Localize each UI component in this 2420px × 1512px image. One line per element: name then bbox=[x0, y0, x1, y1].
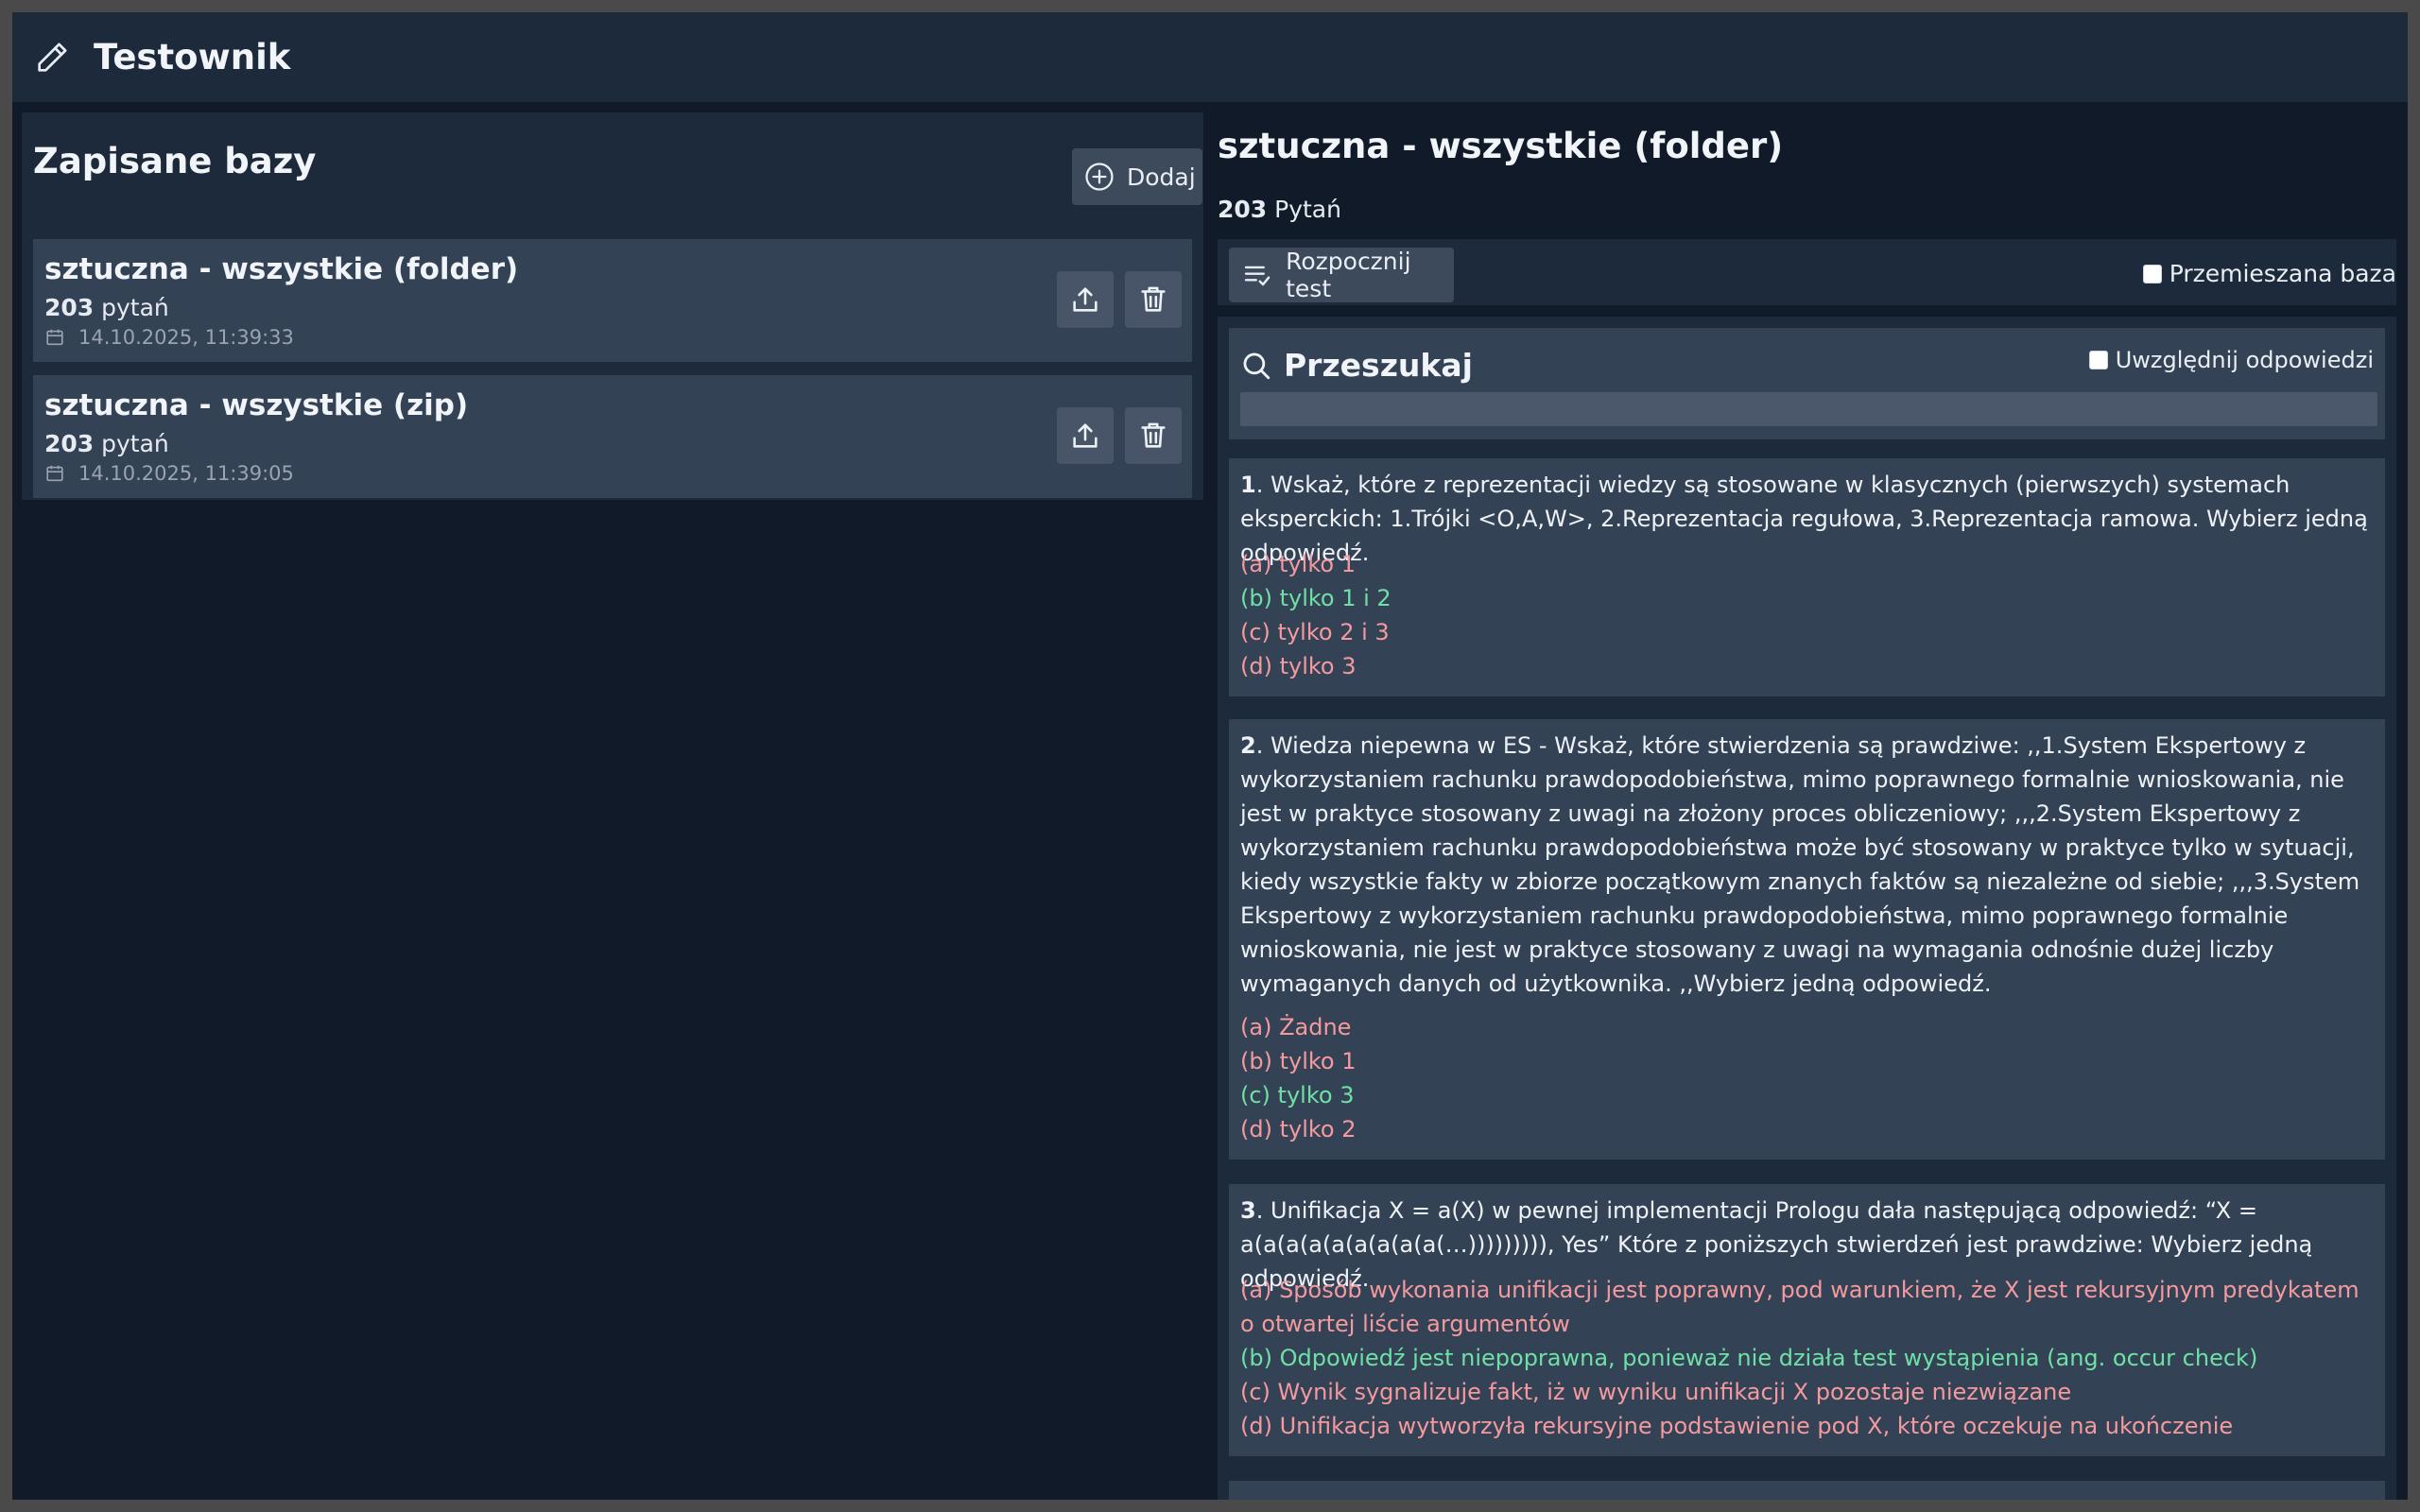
answer-option: (b) tylko 1 bbox=[1240, 1048, 1357, 1074]
database-question-count: 203 pytań bbox=[44, 430, 169, 457]
app-window: Testownik Zapisane bazy Dodaj sztuczna -… bbox=[12, 12, 2408, 1500]
include-answers-label: Uwzględnij odpowiedzi bbox=[2115, 347, 2374, 373]
question-card: 1. Wskaż, które z reprezentacji wiedzy s… bbox=[1229, 458, 2385, 696]
start-test-button[interactable]: Rozpocznij test bbox=[1229, 248, 1454, 302]
delete-button[interactable] bbox=[1125, 407, 1182, 464]
search-section: Przeszukaj Uwzględnij odpowiedzi bbox=[1229, 328, 2385, 439]
answers-list: (a) tylko 1 (b) tylko 1 i 2 (c) tylko 2 … bbox=[1240, 547, 2375, 683]
app-title: Testownik bbox=[94, 37, 291, 77]
test-toolbar: Rozpocznij test Przemieszana baza bbox=[1218, 239, 2396, 305]
question-card bbox=[1229, 1481, 2385, 1500]
search-input[interactable] bbox=[1240, 392, 2377, 426]
search-heading: Przeszukaj bbox=[1240, 347, 1473, 384]
database-date: 14.10.2025, 11:39:33 bbox=[44, 326, 294, 349]
shuffle-checkbox-row[interactable]: Przemieszana baza bbox=[2142, 260, 2396, 287]
export-button[interactable] bbox=[1057, 407, 1114, 464]
database-date: 14.10.2025, 11:39:05 bbox=[44, 462, 294, 485]
answer-option: (b) tylko 1 i 2 bbox=[1240, 585, 1392, 611]
answer-option: (d) tylko 3 bbox=[1240, 653, 1357, 679]
trash-icon bbox=[1141, 422, 1166, 448]
question-count: 203 Pytań bbox=[1218, 196, 1341, 223]
include-answers-checkbox[interactable] bbox=[2088, 351, 2108, 369]
question-card: 2. Wiedza niepewna w ES - Wskaż, które s… bbox=[1229, 719, 2385, 1160]
delete-button[interactable] bbox=[1125, 271, 1182, 328]
trash-icon bbox=[1141, 286, 1166, 312]
answer-option: (c) Wynik sygnalizuje fakt, iż w wyniku … bbox=[1240, 1379, 2072, 1405]
question-text: 2. Wiedza niepewna w ES - Wskaż, które s… bbox=[1240, 732, 2360, 997]
add-database-button[interactable]: Dodaj bbox=[1072, 148, 1202, 205]
database-card[interactable]: sztuczna - wszystkie (folder) 203 pytań … bbox=[33, 239, 1192, 362]
database-title: sztuczna - wszystkie (folder) bbox=[1218, 126, 1784, 166]
answers-list: (a) Żadne (b) tylko 1 (c) tylko 3 (d) ty… bbox=[1240, 1010, 2375, 1146]
plus-circle-icon bbox=[1085, 163, 1114, 191]
start-test-label: Rozpocznij test bbox=[1286, 248, 1411, 302]
pencil-icon[interactable] bbox=[33, 39, 71, 77]
answer-option: (c) tylko 2 i 3 bbox=[1240, 619, 1390, 645]
answer-option: (d) Unifikacja wytworzyła rekursyjne pod… bbox=[1240, 1413, 2234, 1439]
answer-option: (a) Sposób wykonania unifikacji jest pop… bbox=[1240, 1277, 2360, 1337]
answers-list: (a) Sposób wykonania unifikacji jest pop… bbox=[1240, 1273, 2375, 1443]
answer-option: (c) tylko 3 bbox=[1240, 1082, 1355, 1108]
export-button[interactable] bbox=[1057, 271, 1114, 328]
saved-databases-heading: Zapisane bazy bbox=[33, 141, 317, 181]
upload-icon bbox=[1073, 287, 1098, 312]
database-name: sztuczna - wszystkie (folder) bbox=[44, 252, 519, 286]
calendar-icon bbox=[46, 465, 63, 482]
answer-option: (d) tylko 2 bbox=[1240, 1116, 1357, 1143]
questions-list[interactable]: Przeszukaj Uwzględnij odpowiedzi 1. Wska… bbox=[1218, 317, 2396, 1500]
database-name: sztuczna - wszystkie (zip) bbox=[44, 388, 469, 422]
top-bar: Testownik bbox=[12, 12, 2408, 102]
answer-option: (b) Odpowiedź jest niepoprawna, ponieważ… bbox=[1240, 1345, 2258, 1371]
shuffle-checkbox[interactable] bbox=[2142, 264, 2162, 284]
shuffle-label: Przemieszana baza bbox=[2169, 260, 2396, 287]
answer-option: (a) tylko 1 bbox=[1240, 551, 1356, 577]
question-card: 3. Unifikacja X = a(X) w pewnej implemen… bbox=[1229, 1184, 2385, 1456]
search-icon bbox=[1243, 352, 1270, 379]
upload-icon bbox=[1073, 423, 1098, 448]
saved-databases-panel: Zapisane bazy Dodaj sztuczna - wszystkie… bbox=[22, 112, 1203, 500]
add-button-label: Dodaj bbox=[1127, 163, 1196, 191]
answer-option: (a) Żadne bbox=[1240, 1014, 1352, 1040]
database-detail-panel: sztuczna - wszystkie (folder) 203 Pytań … bbox=[1218, 112, 2408, 1500]
calendar-icon bbox=[46, 329, 63, 346]
include-answers-row[interactable]: Uwzględnij odpowiedzi bbox=[2088, 347, 2374, 373]
database-card[interactable]: sztuczna - wszystkie (zip) 203 pytań 14.… bbox=[33, 375, 1192, 498]
database-question-count: 203 pytań bbox=[44, 294, 169, 321]
checklist-icon bbox=[1244, 266, 1270, 286]
